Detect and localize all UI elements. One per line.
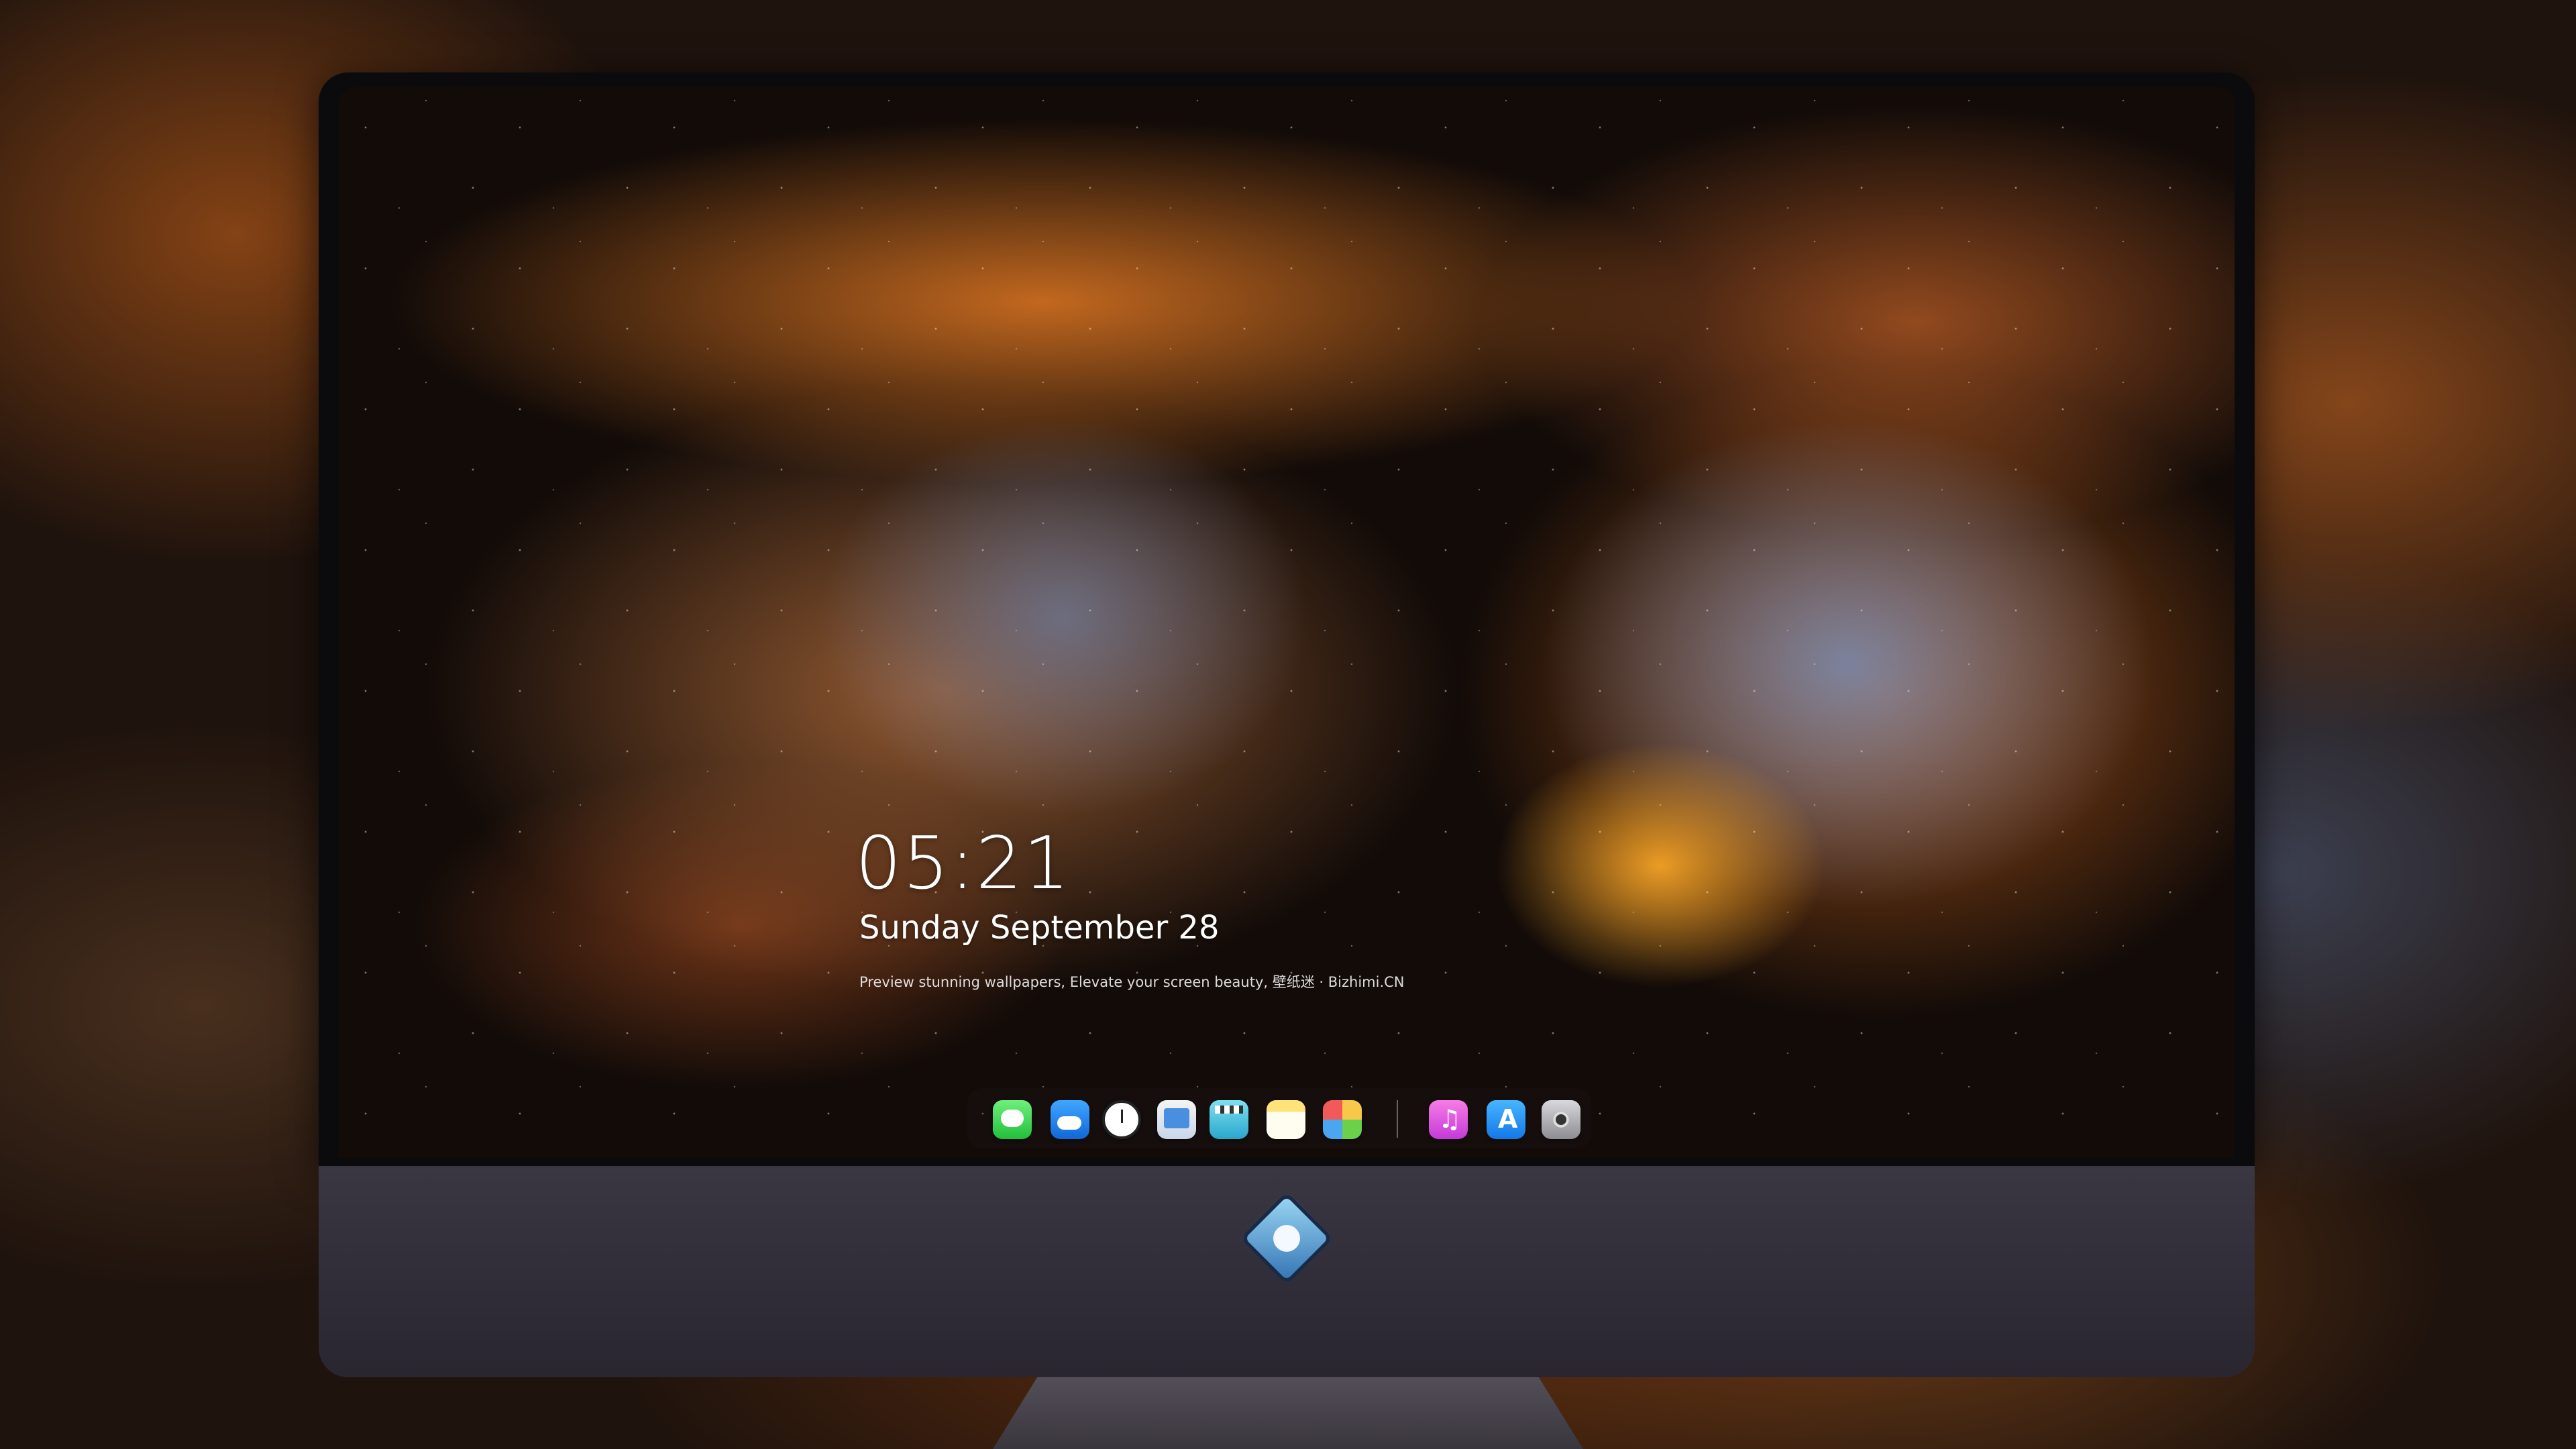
lock-date: Sunday September 28 — [859, 909, 1220, 947]
wallpaper-stars — [339, 87, 2235, 1158]
monitor: 05:21 Sunday September 28 Preview stunni… — [319, 72, 2255, 1377]
lock-clock: 05:21 — [855, 822, 1071, 906]
wallpaper-tagline: Preview stunning wallpapers, Elevate you… — [859, 974, 1405, 990]
desktop-screen: 05:21 Sunday September 28 Preview stunni… — [339, 87, 2235, 1158]
